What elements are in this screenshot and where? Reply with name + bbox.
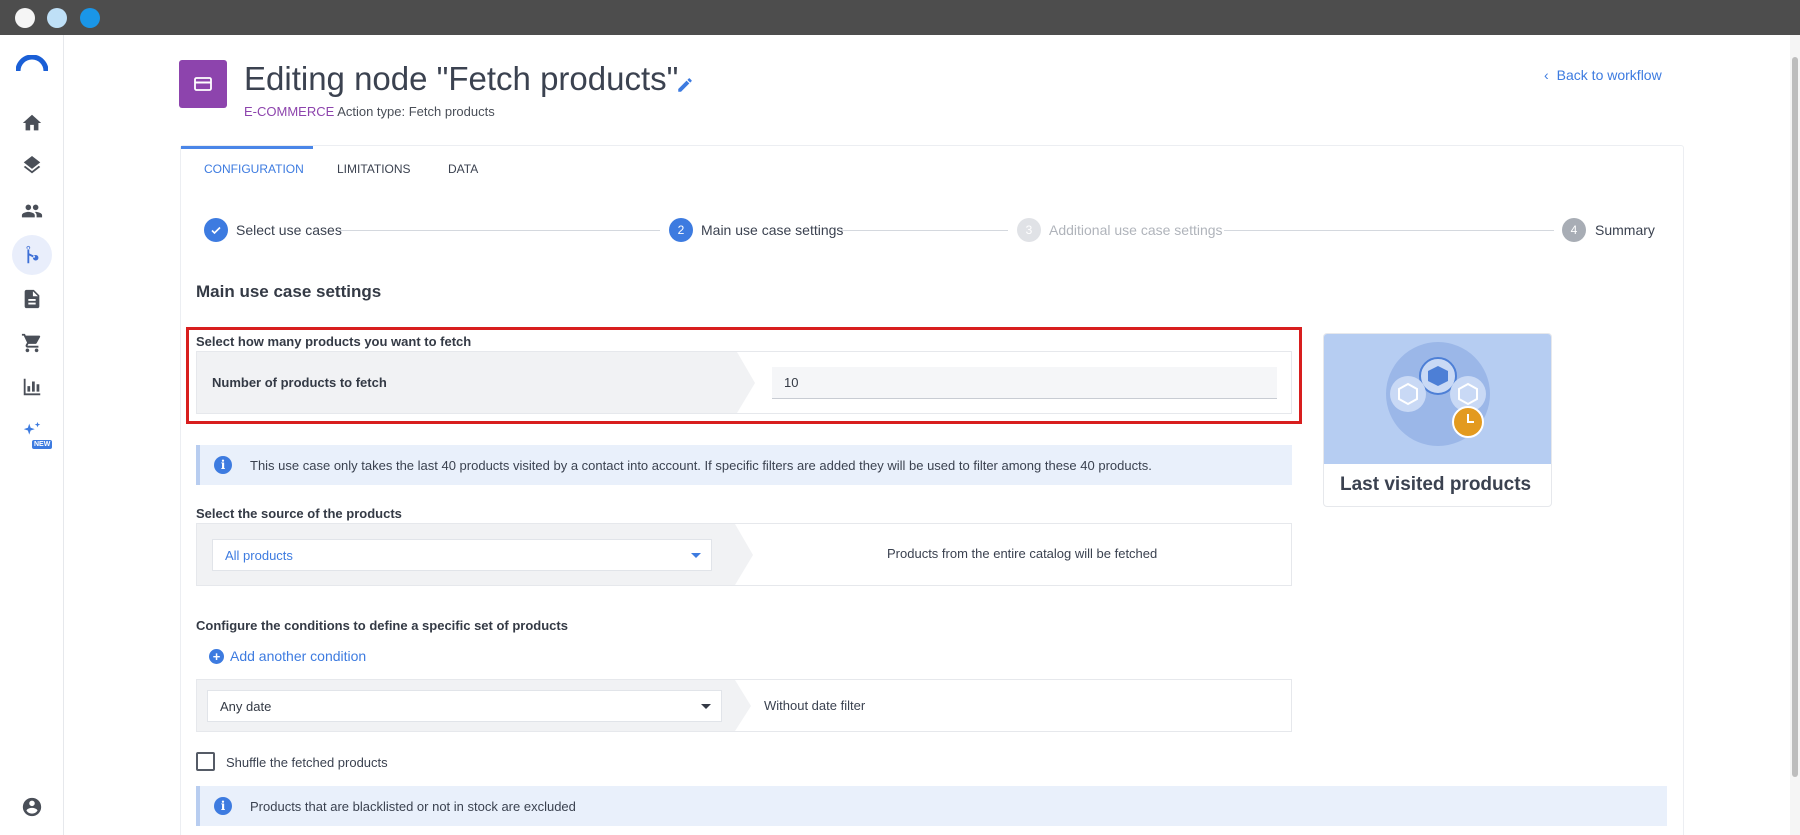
fetch-field-label: Number of products to fetch bbox=[212, 375, 387, 390]
exclusion-info-banner: i Products that are blacklisted or not i… bbox=[196, 786, 1667, 826]
chevron-down-icon bbox=[701, 704, 711, 709]
step-2-number[interactable]: 2 bbox=[669, 218, 693, 242]
scrollbar-thumb[interactable] bbox=[1792, 57, 1798, 777]
plus-icon: + bbox=[209, 648, 224, 664]
page-title: Editing node "Fetch products" bbox=[244, 60, 679, 97]
section-title: Main use case settings bbox=[196, 282, 382, 301]
chart-icon[interactable] bbox=[16, 371, 48, 403]
window-titlebar bbox=[0, 0, 1800, 35]
step-1-label[interactable]: Select use cases bbox=[236, 222, 342, 238]
workflow-icon[interactable] bbox=[12, 235, 52, 275]
shuffle-checkbox[interactable] bbox=[196, 752, 215, 771]
window-maximize-button[interactable] bbox=[80, 8, 100, 28]
date-select-value: Any date bbox=[220, 698, 272, 714]
account-icon[interactable] bbox=[16, 791, 48, 823]
category-label: E-COMMERCE bbox=[244, 104, 335, 119]
date-select[interactable]: Any date bbox=[207, 690, 722, 722]
conditions-label: Configure the conditions to define a spe… bbox=[196, 618, 568, 633]
fetch-count-row: Number of products to fetch bbox=[196, 351, 1292, 414]
sidebar: NEW bbox=[0, 35, 64, 835]
window-close-button[interactable] bbox=[15, 8, 35, 28]
usecase-illustration bbox=[1324, 334, 1551, 464]
back-to-workflow-link[interactable]: ‹ Back to workflow bbox=[1544, 67, 1662, 83]
fetch-count-label: Select how many products you want to fet… bbox=[196, 334, 472, 349]
page-scrollbar[interactable] bbox=[1790, 35, 1800, 835]
chevron-left-icon: ‹ bbox=[1544, 67, 1549, 83]
source-description: Products from the entire catalog will be… bbox=[887, 546, 1158, 561]
source-row: All products Products from the entire ca… bbox=[196, 523, 1292, 586]
info-text: This use case only takes the last 40 pro… bbox=[250, 457, 1152, 473]
arrow-divider bbox=[735, 524, 753, 585]
products-cubes-icon bbox=[1386, 342, 1490, 446]
shuffle-label[interactable]: Shuffle the fetched products bbox=[226, 755, 388, 770]
home-icon[interactable] bbox=[16, 107, 48, 139]
action-type-label: Action type: Fetch products bbox=[337, 104, 495, 119]
new-badge: NEW bbox=[32, 440, 53, 449]
layers-icon[interactable] bbox=[16, 151, 48, 183]
fetch-count-label-panel: Number of products to fetch bbox=[197, 352, 737, 413]
source-label: Select the source of the products bbox=[196, 506, 402, 521]
chevron-down-icon bbox=[691, 553, 701, 558]
step-2-label[interactable]: Main use case settings bbox=[701, 222, 843, 238]
step-4-number[interactable]: 4 bbox=[1562, 218, 1586, 242]
tab-configuration[interactable]: CONFIGURATION bbox=[204, 162, 304, 176]
usecase-card[interactable]: Last visited products bbox=[1323, 333, 1552, 507]
info-icon: i bbox=[214, 797, 232, 815]
step-connector bbox=[338, 230, 660, 231]
exclusion-info-text: Products that are blacklisted or not in … bbox=[250, 798, 576, 814]
source-select[interactable]: All products bbox=[212, 539, 712, 571]
source-select-value: All products bbox=[225, 547, 293, 563]
contacts-icon[interactable] bbox=[16, 195, 48, 227]
node-subtitle: E-COMMERCE Action type: Fetch products bbox=[244, 104, 495, 119]
back-link-label: Back to workflow bbox=[1556, 67, 1662, 83]
tab-data[interactable]: DATA bbox=[448, 162, 478, 176]
add-condition-button[interactable]: + Add another condition bbox=[209, 648, 366, 664]
step-3-label[interactable]: Additional use case settings bbox=[1049, 222, 1223, 238]
products-count-input[interactable] bbox=[772, 367, 1277, 399]
step-connector bbox=[840, 230, 1008, 231]
document-icon[interactable] bbox=[16, 283, 48, 315]
info-banner: i This use case only takes the last 40 p… bbox=[196, 445, 1292, 485]
tab-limitations[interactable]: LIMITATIONS bbox=[337, 162, 411, 176]
arrow-divider bbox=[735, 680, 751, 731]
date-filter-row: Any date Without date filter bbox=[196, 679, 1292, 732]
step-4-label[interactable]: Summary bbox=[1595, 222, 1655, 238]
step-1-check-icon[interactable] bbox=[204, 218, 228, 242]
active-tab-indicator bbox=[181, 146, 313, 149]
add-condition-label: Add another condition bbox=[230, 648, 367, 664]
step-connector bbox=[1224, 230, 1554, 231]
window-minimize-button[interactable] bbox=[47, 8, 67, 28]
usecase-title: Last visited products bbox=[1340, 474, 1532, 495]
step-3-number[interactable]: 3 bbox=[1017, 218, 1041, 242]
date-select-panel: Any date bbox=[197, 680, 735, 731]
date-description: Without date filter bbox=[764, 698, 866, 713]
info-icon: i bbox=[214, 456, 232, 474]
node-type-icon bbox=[179, 60, 227, 108]
edit-pencil-icon[interactable] bbox=[676, 76, 694, 94]
app-logo-icon[interactable] bbox=[16, 55, 48, 73]
cart-icon[interactable] bbox=[16, 327, 48, 359]
arrow-divider bbox=[737, 352, 755, 413]
source-select-panel: All products bbox=[197, 524, 735, 585]
